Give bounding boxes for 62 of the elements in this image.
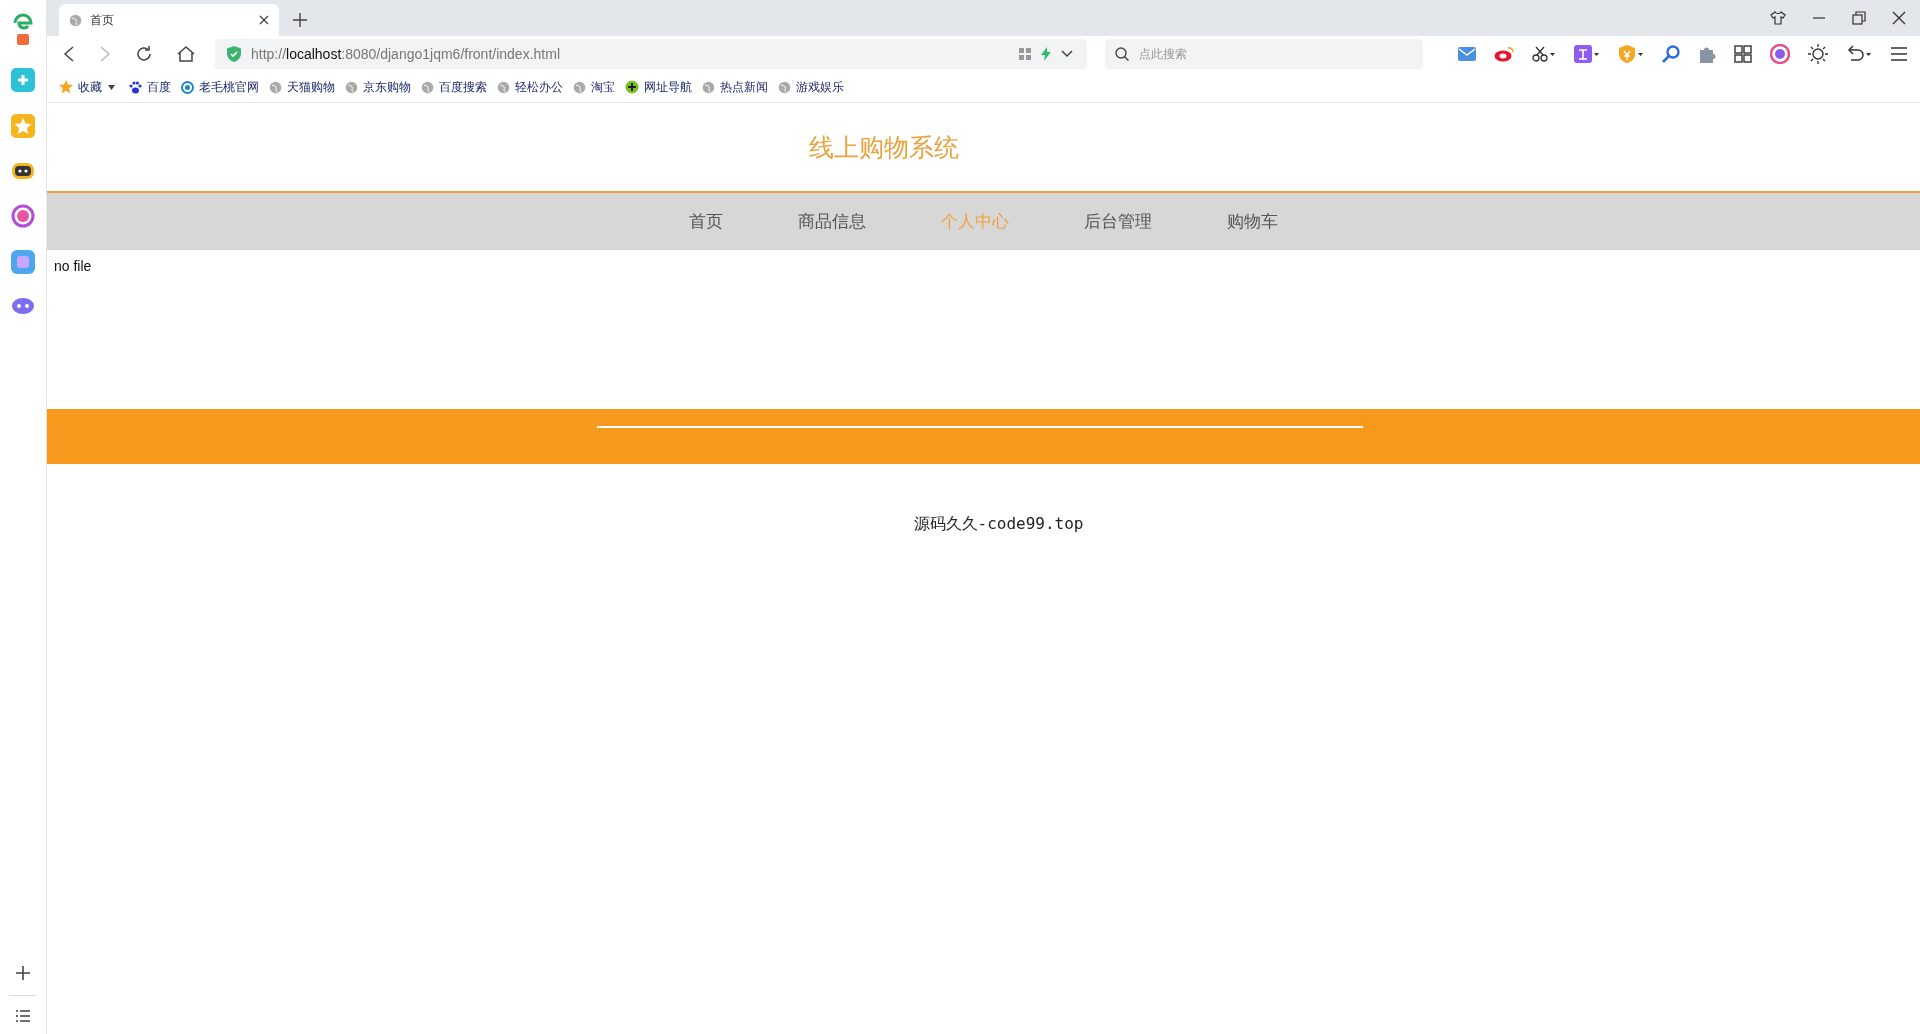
mail-icon[interactable] bbox=[1458, 47, 1476, 61]
puzzle-icon[interactable] bbox=[1698, 45, 1716, 63]
globe-icon bbox=[69, 13, 82, 27]
new-tab-icon[interactable] bbox=[293, 13, 307, 27]
globe-icon bbox=[421, 80, 434, 94]
shield-icon bbox=[227, 46, 241, 62]
plus-icon bbox=[625, 80, 639, 94]
nav-link[interactable]: 商品信息 bbox=[798, 210, 866, 233]
bookmark-link[interactable]: 百度 bbox=[129, 78, 171, 96]
qr-code-icon[interactable] bbox=[1019, 48, 1031, 60]
nav-link[interactable]: 后台管理 bbox=[1084, 210, 1152, 233]
back-icon[interactable] bbox=[63, 46, 75, 62]
add-icon[interactable] bbox=[15, 965, 31, 981]
globe-icon bbox=[497, 80, 510, 94]
status-message: no file bbox=[54, 258, 92, 274]
reload-icon[interactable] bbox=[135, 45, 153, 63]
paw-icon bbox=[129, 80, 142, 94]
chat-bot-icon[interactable] bbox=[11, 296, 35, 316]
restore-icon[interactable] bbox=[1852, 11, 1866, 25]
bookmark-link[interactable]: 热点新闻 bbox=[702, 78, 768, 96]
caret-icon bbox=[108, 84, 115, 90]
list-icon[interactable] bbox=[16, 1010, 30, 1022]
robot-icon[interactable] bbox=[11, 160, 35, 182]
search-field[interactable]: 点此搜索 bbox=[1105, 39, 1423, 69]
search-icon bbox=[1115, 47, 1129, 61]
chevron-down-icon[interactable] bbox=[1061, 50, 1073, 58]
globe-icon bbox=[269, 80, 282, 94]
bookmark-link[interactable]: 网址导航 bbox=[625, 78, 692, 96]
bookmark-link[interactable]: 天猫购物 bbox=[269, 78, 335, 96]
tab-title: 首页 bbox=[90, 11, 115, 29]
weibo-icon[interactable] bbox=[1494, 46, 1514, 62]
site-title: 线上购物系统 bbox=[808, 131, 959, 164]
bookmark-link[interactable]: 收藏 bbox=[59, 78, 102, 96]
star-icon bbox=[59, 80, 73, 94]
circle-icon bbox=[181, 80, 194, 94]
footer-text: 源码久久-code99.top bbox=[913, 514, 1084, 533]
nav-link[interactable]: 购物车 bbox=[1227, 210, 1278, 233]
bookmark-link[interactable]: 游戏娱乐 bbox=[778, 78, 844, 96]
globe-icon bbox=[573, 80, 586, 94]
globe-icon bbox=[345, 80, 358, 94]
close-icon[interactable] bbox=[259, 15, 269, 25]
bookmark-link[interactable]: 淘宝 bbox=[573, 78, 615, 96]
brightness-icon[interactable] bbox=[1808, 44, 1828, 64]
close-icon[interactable] bbox=[1892, 11, 1906, 25]
browser-tab[interactable]: 首页 bbox=[59, 4, 279, 36]
menu-icon[interactable] bbox=[1890, 46, 1908, 62]
scissors-icon[interactable] bbox=[1532, 46, 1556, 62]
bookmark-link[interactable]: 轻松办公 bbox=[497, 78, 563, 96]
bookmark-link[interactable]: 老毛桃官网 bbox=[181, 78, 259, 96]
browser-logo-icon[interactable] bbox=[11, 12, 35, 46]
url-text: http://localhost:8080/django1jqm6/front/index.html bbox=[251, 46, 561, 62]
undo-icon[interactable] bbox=[1846, 45, 1872, 63]
search-icon[interactable] bbox=[1662, 45, 1680, 63]
bookmark-link[interactable]: 百度搜索 bbox=[421, 78, 487, 96]
address-bar[interactable]: http://localhost:8080/django1jqm6/front/index.html bbox=[215, 39, 1087, 69]
globe-icon bbox=[778, 80, 791, 94]
home-icon[interactable] bbox=[177, 45, 195, 63]
globe-icon bbox=[702, 80, 715, 94]
nav-link[interactable]: 首页 bbox=[689, 210, 723, 233]
grid-icon[interactable] bbox=[1734, 45, 1752, 63]
shirt-icon[interactable] bbox=[1770, 11, 1786, 25]
bookmark-link[interactable]: 京东购物 bbox=[345, 78, 411, 96]
